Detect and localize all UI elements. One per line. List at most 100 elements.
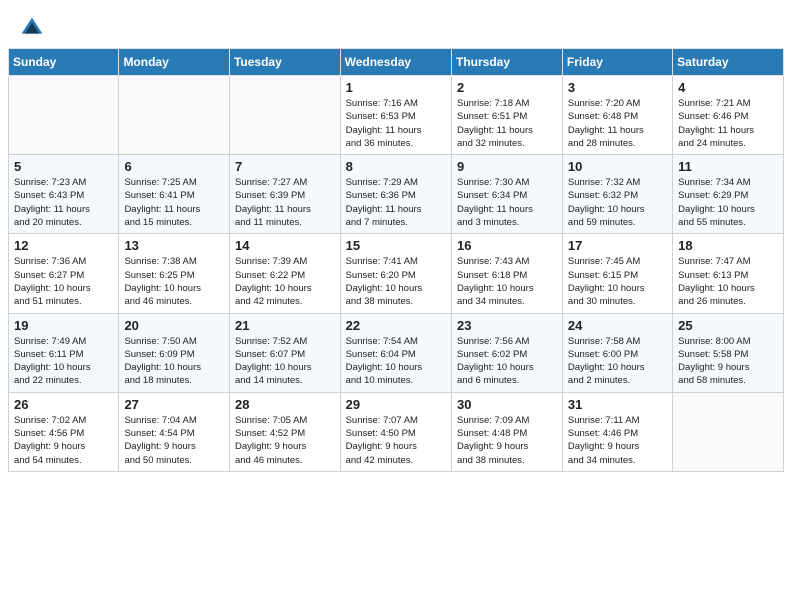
day-info: Sunrise: 7:29 AM Sunset: 6:36 PM Dayligh… (346, 176, 446, 229)
day-info: Sunrise: 7:09 AM Sunset: 4:48 PM Dayligh… (457, 414, 557, 467)
calendar-cell: 30 Sunrise: 7:09 AM Sunset: 4:48 PM Dayli… (452, 392, 563, 471)
day-number: 12 (14, 238, 113, 253)
calendar-cell: 9Sunrise: 7:30 AM Sunset: 6:34 PM Daylig… (452, 155, 563, 234)
calendar-wrap: SundayMondayTuesdayWednesdayThursdayFrid… (0, 48, 792, 480)
calendar-cell: 17 Sunrise: 7:45 AM Sunset: 6:15 PM Dayli… (562, 234, 672, 313)
calendar-cell: 3Sunrise: 7:20 AM Sunset: 6:48 PM Daylig… (562, 76, 672, 155)
day-info: Sunrise: 7:11 AM Sunset: 4:46 PM Dayligh… (568, 414, 667, 467)
calendar-cell: 29 Sunrise: 7:07 AM Sunset: 4:50 PM Dayli… (340, 392, 451, 471)
day-info: Sunrise: 7:45 AM Sunset: 6:15 PM Dayligh… (568, 255, 667, 308)
day-number: 1 (346, 80, 446, 95)
calendar-cell: 7 Sunrise: 7:27 AM Sunset: 6:39 PM Daylig… (229, 155, 340, 234)
day-info: Sunrise: 7:27 AM Sunset: 6:39 PM Dayligh… (235, 176, 335, 229)
weekday-header-friday: Friday (562, 49, 672, 76)
day-info: Sunrise: 7:07 AM Sunset: 4:50 PM Dayligh… (346, 414, 446, 467)
day-number: 5 (14, 159, 113, 174)
day-info: Sunrise: 7:43 AM Sunset: 6:18 PM Dayligh… (457, 255, 557, 308)
day-info: Sunrise: 7:52 AM Sunset: 6:07 PM Dayligh… (235, 335, 335, 388)
day-info: Sunrise: 7:50 AM Sunset: 6:09 PM Dayligh… (124, 335, 224, 388)
calendar-cell: 14 Sunrise: 7:39 AM Sunset: 6:22 PM Dayli… (229, 234, 340, 313)
day-number: 30 (457, 397, 557, 412)
day-number: 21 (235, 318, 335, 333)
calendar-cell: 1 Sunrise: 7:16 AM Sunset: 6:53 PM Daylig… (340, 76, 451, 155)
calendar-cell: 31Sunrise: 7:11 AM Sunset: 4:46 PM Dayli… (562, 392, 672, 471)
weekday-header-row: SundayMondayTuesdayWednesdayThursdayFrid… (9, 49, 784, 76)
day-number: 9 (457, 159, 557, 174)
calendar-cell: 27 Sunrise: 7:04 AM Sunset: 4:54 PM Dayli… (119, 392, 230, 471)
day-info: Sunrise: 7:56 AM Sunset: 6:02 PM Dayligh… (457, 335, 557, 388)
calendar-cell: 10 Sunrise: 7:32 AM Sunset: 6:32 PM Dayli… (562, 155, 672, 234)
day-number: 18 (678, 238, 778, 253)
calendar-cell (119, 76, 230, 155)
day-number: 17 (568, 238, 667, 253)
weekday-header-wednesday: Wednesday (340, 49, 451, 76)
week-row-4: 19 Sunrise: 7:49 AM Sunset: 6:11 PM Dayli… (9, 313, 784, 392)
day-info: Sunrise: 7:38 AM Sunset: 6:25 PM Dayligh… (124, 255, 224, 308)
calendar-cell: 4Sunrise: 7:21 AM Sunset: 6:46 PM Daylig… (673, 76, 784, 155)
day-number: 16 (457, 238, 557, 253)
day-number: 22 (346, 318, 446, 333)
day-number: 24 (568, 318, 667, 333)
calendar-cell: 28 Sunrise: 7:05 AM Sunset: 4:52 PM Dayli… (229, 392, 340, 471)
day-info: Sunrise: 7:47 AM Sunset: 6:13 PM Dayligh… (678, 255, 778, 308)
calendar-cell: 12Sunrise: 7:36 AM Sunset: 6:27 PM Dayli… (9, 234, 119, 313)
weekday-header-monday: Monday (119, 49, 230, 76)
day-number: 23 (457, 318, 557, 333)
calendar-cell: 22Sunrise: 7:54 AM Sunset: 6:04 PM Dayli… (340, 313, 451, 392)
weekday-header-thursday: Thursday (452, 49, 563, 76)
day-number: 13 (124, 238, 224, 253)
day-number: 10 (568, 159, 667, 174)
day-info: Sunrise: 7:16 AM Sunset: 6:53 PM Dayligh… (346, 97, 446, 150)
day-number: 28 (235, 397, 335, 412)
calendar-cell (9, 76, 119, 155)
day-number: 6 (124, 159, 224, 174)
weekday-header-sunday: Sunday (9, 49, 119, 76)
day-number: 29 (346, 397, 446, 412)
calendar-cell: 24 Sunrise: 7:58 AM Sunset: 6:00 PM Dayli… (562, 313, 672, 392)
day-info: Sunrise: 7:25 AM Sunset: 6:41 PM Dayligh… (124, 176, 224, 229)
calendar-cell: 26 Sunrise: 7:02 AM Sunset: 4:56 PM Dayli… (9, 392, 119, 471)
calendar-cell: 20Sunrise: 7:50 AM Sunset: 6:09 PM Dayli… (119, 313, 230, 392)
calendar-cell: 13 Sunrise: 7:38 AM Sunset: 6:25 PM Dayli… (119, 234, 230, 313)
week-row-3: 12Sunrise: 7:36 AM Sunset: 6:27 PM Dayli… (9, 234, 784, 313)
calendar-cell: 2Sunrise: 7:18 AM Sunset: 6:51 PM Daylig… (452, 76, 563, 155)
logo (20, 16, 48, 40)
logo-icon (20, 16, 44, 40)
day-number: 11 (678, 159, 778, 174)
calendar-cell: 21 Sunrise: 7:52 AM Sunset: 6:07 PM Dayli… (229, 313, 340, 392)
calendar-cell (229, 76, 340, 155)
weekday-header-tuesday: Tuesday (229, 49, 340, 76)
day-info: Sunrise: 7:04 AM Sunset: 4:54 PM Dayligh… (124, 414, 224, 467)
calendar-cell (673, 392, 784, 471)
calendar-cell: 18 Sunrise: 7:47 AM Sunset: 6:13 PM Dayli… (673, 234, 784, 313)
weekday-header-saturday: Saturday (673, 49, 784, 76)
calendar-cell: 6 Sunrise: 7:25 AM Sunset: 6:41 PM Daylig… (119, 155, 230, 234)
calendar-table: SundayMondayTuesdayWednesdayThursdayFrid… (8, 48, 784, 472)
calendar-cell: 23 Sunrise: 7:56 AM Sunset: 6:02 PM Dayli… (452, 313, 563, 392)
day-info: Sunrise: 7:39 AM Sunset: 6:22 PM Dayligh… (235, 255, 335, 308)
day-number: 14 (235, 238, 335, 253)
calendar-cell: 5 Sunrise: 7:23 AM Sunset: 6:43 PM Daylig… (9, 155, 119, 234)
day-info: Sunrise: 7:34 AM Sunset: 6:29 PM Dayligh… (678, 176, 778, 229)
page-header (0, 0, 792, 48)
day-info: Sunrise: 7:49 AM Sunset: 6:11 PM Dayligh… (14, 335, 113, 388)
day-info: Sunrise: 7:58 AM Sunset: 6:00 PM Dayligh… (568, 335, 667, 388)
day-info: Sunrise: 8:00 AM Sunset: 5:58 PM Dayligh… (678, 335, 778, 388)
day-number: 19 (14, 318, 113, 333)
day-info: Sunrise: 7:41 AM Sunset: 6:20 PM Dayligh… (346, 255, 446, 308)
day-number: 15 (346, 238, 446, 253)
day-info: Sunrise: 7:02 AM Sunset: 4:56 PM Dayligh… (14, 414, 113, 467)
day-number: 25 (678, 318, 778, 333)
day-number: 7 (235, 159, 335, 174)
day-info: Sunrise: 7:23 AM Sunset: 6:43 PM Dayligh… (14, 176, 113, 229)
calendar-cell: 15 Sunrise: 7:41 AM Sunset: 6:20 PM Dayli… (340, 234, 451, 313)
day-info: Sunrise: 7:05 AM Sunset: 4:52 PM Dayligh… (235, 414, 335, 467)
calendar-cell: 8Sunrise: 7:29 AM Sunset: 6:36 PM Daylig… (340, 155, 451, 234)
calendar-cell: 25 Sunrise: 8:00 AM Sunset: 5:58 PM Dayli… (673, 313, 784, 392)
calendar-cell: 11 Sunrise: 7:34 AM Sunset: 6:29 PM Dayli… (673, 155, 784, 234)
day-number: 26 (14, 397, 113, 412)
day-info: Sunrise: 7:32 AM Sunset: 6:32 PM Dayligh… (568, 176, 667, 229)
week-row-1: 1 Sunrise: 7:16 AM Sunset: 6:53 PM Daylig… (9, 76, 784, 155)
day-number: 27 (124, 397, 224, 412)
day-number: 2 (457, 80, 557, 95)
